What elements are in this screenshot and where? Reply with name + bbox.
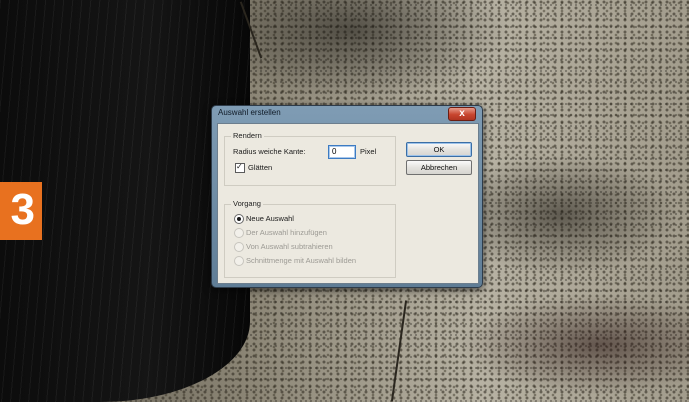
- ok-button[interactable]: OK: [406, 142, 472, 157]
- close-button[interactable]: x: [448, 107, 476, 121]
- dialog-client-area: Rendern Radius weiche Kante: 0 Pixel ✓ G…: [217, 123, 479, 284]
- close-icon: x: [459, 108, 465, 119]
- option-schnittmenge[interactable]: Schnittmenge mit Auswahl bilden: [246, 256, 356, 265]
- checkmark-icon: ✓: [236, 162, 243, 171]
- auswahl-erstellen-dialog: Auswahl erstellen x Rendern Radius weich…: [211, 105, 483, 288]
- option-neue-auswahl[interactable]: Neue Auswahl: [246, 214, 294, 223]
- dialog-title: Auswahl erstellen: [218, 108, 281, 117]
- option-subtrahieren[interactable]: Von Auswahl subtrahieren: [246, 242, 333, 251]
- glaetten-label: Glätten: [248, 163, 273, 172]
- radio-subtrahieren[interactable]: [234, 242, 244, 252]
- option-hinzufuegen[interactable]: Der Auswahl hinzufügen: [246, 228, 327, 237]
- radius-input[interactable]: 0: [328, 145, 356, 159]
- rendern-group-label: Rendern: [231, 131, 264, 140]
- step-number: 3: [10, 185, 35, 234]
- radio-neue-auswahl[interactable]: [234, 214, 244, 224]
- step-badge: 3: [0, 182, 42, 240]
- dialog-title-bar[interactable]: Auswahl erstellen x: [212, 106, 482, 122]
- rendern-group: [224, 136, 396, 186]
- radius-label: Radius weiche Kante:: [233, 147, 306, 156]
- radio-hinzufuegen[interactable]: [234, 228, 244, 238]
- radius-unit: Pixel: [360, 147, 377, 156]
- abbrechen-button[interactable]: Abbrechen: [406, 160, 472, 175]
- crack-line: [390, 300, 408, 402]
- radius-value: 0: [332, 147, 337, 156]
- vorgang-group-label: Vorgang: [231, 199, 263, 208]
- radio-schnittmenge[interactable]: [234, 256, 244, 266]
- glaetten-checkbox[interactable]: ✓: [235, 162, 245, 173]
